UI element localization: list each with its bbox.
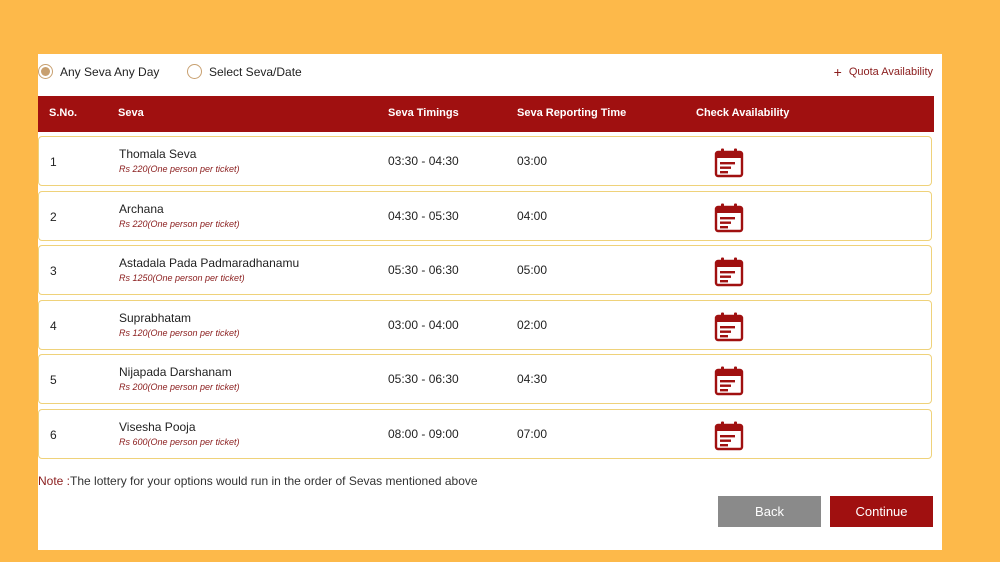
row-sno: 2 — [50, 209, 57, 224]
select-seva-radio[interactable]: Select Seva/Date — [187, 64, 302, 79]
any-seva-radio[interactable]: Any Seva Any Day — [38, 64, 159, 79]
seva-name: Archana — [119, 201, 164, 216]
seva-name: Suprabhatam — [119, 310, 192, 325]
row-sno: 3 — [50, 264, 57, 278]
row-sno: 4 — [50, 318, 57, 333]
seva-timing: 05:30 - 06:30 — [388, 372, 459, 386]
row-sno: 6 — [50, 427, 57, 442]
seva-timing: 08:00 - 09:00 — [388, 426, 459, 441]
seva-timing: 03:30 - 04:30 — [388, 154, 459, 168]
quota-availability-label: Quota Availability — [848, 66, 933, 78]
quota-availability-link[interactable]: + Quota Availability — [833, 63, 933, 80]
table-row: 4 Suprabhatam Rs 120(One person per ticket… — [38, 299, 932, 350]
note-label: Note : — [38, 474, 71, 488]
calendar-icon[interactable] — [713, 311, 745, 343]
seva-timing: 03:00 - 04:00 — [388, 317, 459, 332]
header-check-availability: Check Availability — [696, 107, 790, 119]
select-seva-label: Select Seva/Date — [209, 64, 302, 79]
calendar-icon[interactable] — [713, 147, 745, 179]
seva-price: Rs 220(One person per ticket) — [119, 218, 240, 229]
header-reporting-time: Seva Reporting Time — [517, 107, 627, 119]
table-row: 3 Astadala Pada Padmaradhanamu Rs 1250(One… — [38, 245, 932, 295]
back-button[interactable]: Back — [718, 496, 821, 527]
seva-reporting-time: 02:00 — [517, 317, 548, 332]
seva-price: Rs 220(One person per ticket) — [119, 164, 240, 174]
table-row: 5 Nijapada Darshanam Rs 200(One person per… — [38, 354, 932, 404]
header-sno: S.No. — [49, 107, 78, 119]
radio-unselected-icon — [187, 64, 202, 79]
seva-reporting-time: 05:00 — [517, 263, 548, 277]
seva-name: Nijapada Darshanam — [119, 365, 232, 379]
row-sno: 5 — [50, 373, 57, 387]
row-sno: 1 — [50, 155, 57, 169]
table-header: S.No. Seva Seva Timings Seva Reporting T… — [38, 96, 934, 132]
table-row: 1 Thomala Seva Rs 220(One person per ticke… — [38, 136, 932, 186]
seva-price: Rs 120(One person per ticket) — [119, 327, 240, 338]
any-seva-label: Any Seva Any Day — [60, 64, 160, 79]
header-seva: Seva — [118, 107, 144, 119]
seva-reporting-time: 04:00 — [517, 208, 548, 223]
seva-reporting-time: 03:00 — [517, 154, 548, 168]
table-row: 6 Visesha Pooja Rs 600(One person per tick… — [38, 408, 932, 459]
calendar-icon[interactable] — [713, 256, 745, 288]
calendar-icon[interactable] — [713, 420, 745, 452]
seva-price: Rs 600(One person per ticket) — [119, 436, 240, 447]
calendar-icon[interactable] — [713, 202, 745, 234]
plus-icon: + — [833, 63, 842, 80]
radio-selected-icon — [38, 64, 53, 79]
seva-reporting-time: 04:30 — [517, 372, 548, 386]
header-timings: Seva Timings — [388, 107, 459, 119]
calendar-icon[interactable] — [713, 365, 745, 397]
seva-selection-panel: Any Seva Any Day Select Seva/Date + Quot… — [38, 54, 942, 550]
seva-name: Visesha Pooja — [119, 419, 196, 434]
lottery-note: Note :The lottery for your options would… — [38, 474, 478, 488]
seva-price: Rs 200(One person per ticket) — [119, 382, 240, 392]
selection-mode-row: Any Seva Any Day Select Seva/Date — [38, 64, 942, 84]
seva-name: Thomala Seva — [119, 147, 197, 161]
continue-button[interactable]: Continue — [830, 496, 933, 527]
seva-price: Rs 1250(One person per ticket) — [119, 273, 245, 283]
table-row: 2 Archana Rs 220(One person per ticket) 04:… — [38, 190, 932, 241]
seva-name: Astadala Pada Padmaradhanamu — [119, 256, 300, 270]
note-text: The lottery for your options would run i… — [70, 474, 478, 488]
seva-timing: 05:30 - 06:30 — [388, 263, 459, 277]
seva-reporting-time: 07:00 — [517, 426, 548, 441]
seva-timing: 04:30 - 05:30 — [388, 208, 459, 223]
